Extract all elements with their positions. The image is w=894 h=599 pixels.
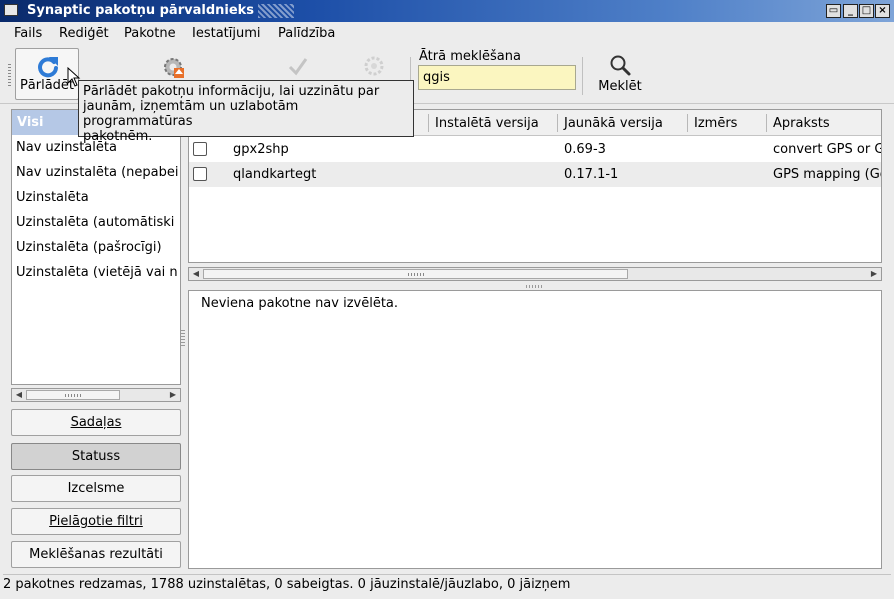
close-button[interactable]: × [875, 4, 890, 18]
scroll-right-arrow[interactable]: ▶ [868, 268, 880, 280]
reload-icon [38, 57, 58, 78]
package-details: Neviena pakotne nav izvēlēta. [188, 290, 882, 569]
search-button[interactable]: Meklēt [592, 48, 648, 100]
tooltip-line: jaunām, izņemtām un uzlabotām programmat… [83, 99, 299, 129]
details-text: Neviena pakotne nav izvēlēta. [201, 296, 399, 311]
scroll-thumb[interactable] [26, 390, 120, 400]
scroll-left-arrow[interactable]: ◀ [13, 389, 25, 401]
filter-item[interactable]: Uzinstalēta [16, 190, 89, 205]
filter-item[interactable]: Uzinstalēta (vietējā vai n [16, 265, 178, 280]
menu-edit[interactable]: Rediģēt [59, 26, 109, 41]
minimize-button[interactable]: ▭ [826, 4, 841, 18]
sections-label: Sadaļas [70, 415, 122, 430]
package-checkbox[interactable] [193, 142, 207, 156]
pane-splitter[interactable] [181, 330, 185, 346]
status-text: 2 pakotnes redzamas, 1788 uzinstalētas, … [3, 577, 571, 592]
filter-item[interactable]: Uzinstalēta (pašrocīgi) [16, 240, 162, 255]
iconify-button[interactable]: _ [843, 4, 858, 18]
menu-file[interactable]: Fails [14, 26, 42, 41]
titlebar-decoration [258, 4, 294, 18]
filter-item-selected-label: Visi [17, 115, 44, 130]
origin-label: Izcelsme [67, 481, 125, 496]
latest-version: 0.69-3 [564, 142, 606, 157]
menu-help[interactable]: Palīdzība [278, 26, 335, 41]
column-latest-version[interactable]: Jaunākā versija [564, 116, 663, 131]
tooltip-line: Pārlādēt pakotņu informāciju, lai uzzinā… [83, 84, 380, 99]
search-button-label: Meklēt [598, 79, 642, 94]
search-results-button[interactable]: Meklēšanas rezultāti [11, 541, 181, 568]
column-size[interactable]: Izmērs [694, 116, 737, 131]
package-checkbox[interactable] [193, 167, 207, 181]
quick-search-label: Ātrā meklēšana [419, 49, 521, 64]
latest-version: 0.17.1-1 [564, 167, 619, 182]
column-installed-version[interactable]: Instalētā versija [435, 116, 539, 131]
package-name: qlandkartegt [233, 167, 317, 182]
filter-item[interactable]: Nav uzinstalēta (nepabei [16, 165, 178, 180]
filter-list-hscrollbar[interactable]: ◀ ▶ [11, 388, 181, 402]
search-icon [610, 55, 631, 76]
toolbar-grip[interactable] [8, 64, 11, 88]
scroll-left-arrow[interactable]: ◀ [190, 268, 202, 280]
search-results-label: Meklēšanas rezultāti [29, 547, 163, 562]
package-description: GPS mapping (Go [773, 167, 882, 182]
origin-button[interactable]: Izcelsme [11, 475, 181, 502]
table-row[interactable]: qlandkartegt 0.17.1-1 GPS mapping (Go [189, 162, 881, 187]
package-table-hscrollbar[interactable]: ◀ ▶ [188, 267, 882, 281]
sections-button[interactable]: Sadaļas [11, 409, 181, 436]
reload-tooltip: Pārlādēt pakotņu informāciju, lai uzzinā… [78, 80, 414, 144]
window-titlebar[interactable]: Synaptic pakotņu pārvaldnieks ▭ _ □ × [0, 0, 894, 22]
custom-filters-label: Pielāgotie filtri [49, 514, 143, 529]
menubar: Fails Rediģēt Pakotne Iestatījumi Palīdz… [0, 22, 894, 46]
mark-upgrades-icon[interactable] [160, 54, 186, 80]
package-description: convert GPS or G [773, 142, 882, 157]
menu-settings[interactable]: Iestatījumi [192, 26, 261, 41]
mouse-cursor-icon [67, 67, 81, 87]
toolbar-separator [582, 57, 583, 95]
status-button[interactable]: Statuss [11, 443, 181, 470]
window-menu-icon[interactable] [4, 4, 18, 16]
package-name: gpx2shp [233, 142, 289, 157]
status-label: Statuss [71, 449, 121, 464]
menu-package[interactable]: Pakotne [124, 26, 176, 41]
properties-icon[interactable] [362, 54, 386, 78]
custom-filters-button[interactable]: Pielāgotie filtri [11, 508, 181, 535]
maximize-button[interactable]: □ [859, 4, 874, 18]
filter-item[interactable]: Uzinstalēta (automātiski [16, 215, 174, 230]
status-bar: 2 pakotnes redzamas, 1788 uzinstalētas, … [3, 574, 891, 594]
column-description[interactable]: Apraksts [773, 116, 830, 131]
window-title: Synaptic pakotņu pārvaldnieks [27, 3, 255, 18]
apply-icon[interactable] [286, 54, 310, 78]
scroll-thumb[interactable] [203, 269, 628, 279]
details-splitter[interactable] [526, 285, 544, 288]
scroll-right-arrow[interactable]: ▶ [167, 389, 179, 401]
quick-search-input[interactable] [418, 65, 576, 90]
filter-list: Visi Nav uzinstalēta Nav uzinstalēta (ne… [11, 109, 181, 385]
tooltip-line: pakotnēm. [83, 129, 153, 144]
